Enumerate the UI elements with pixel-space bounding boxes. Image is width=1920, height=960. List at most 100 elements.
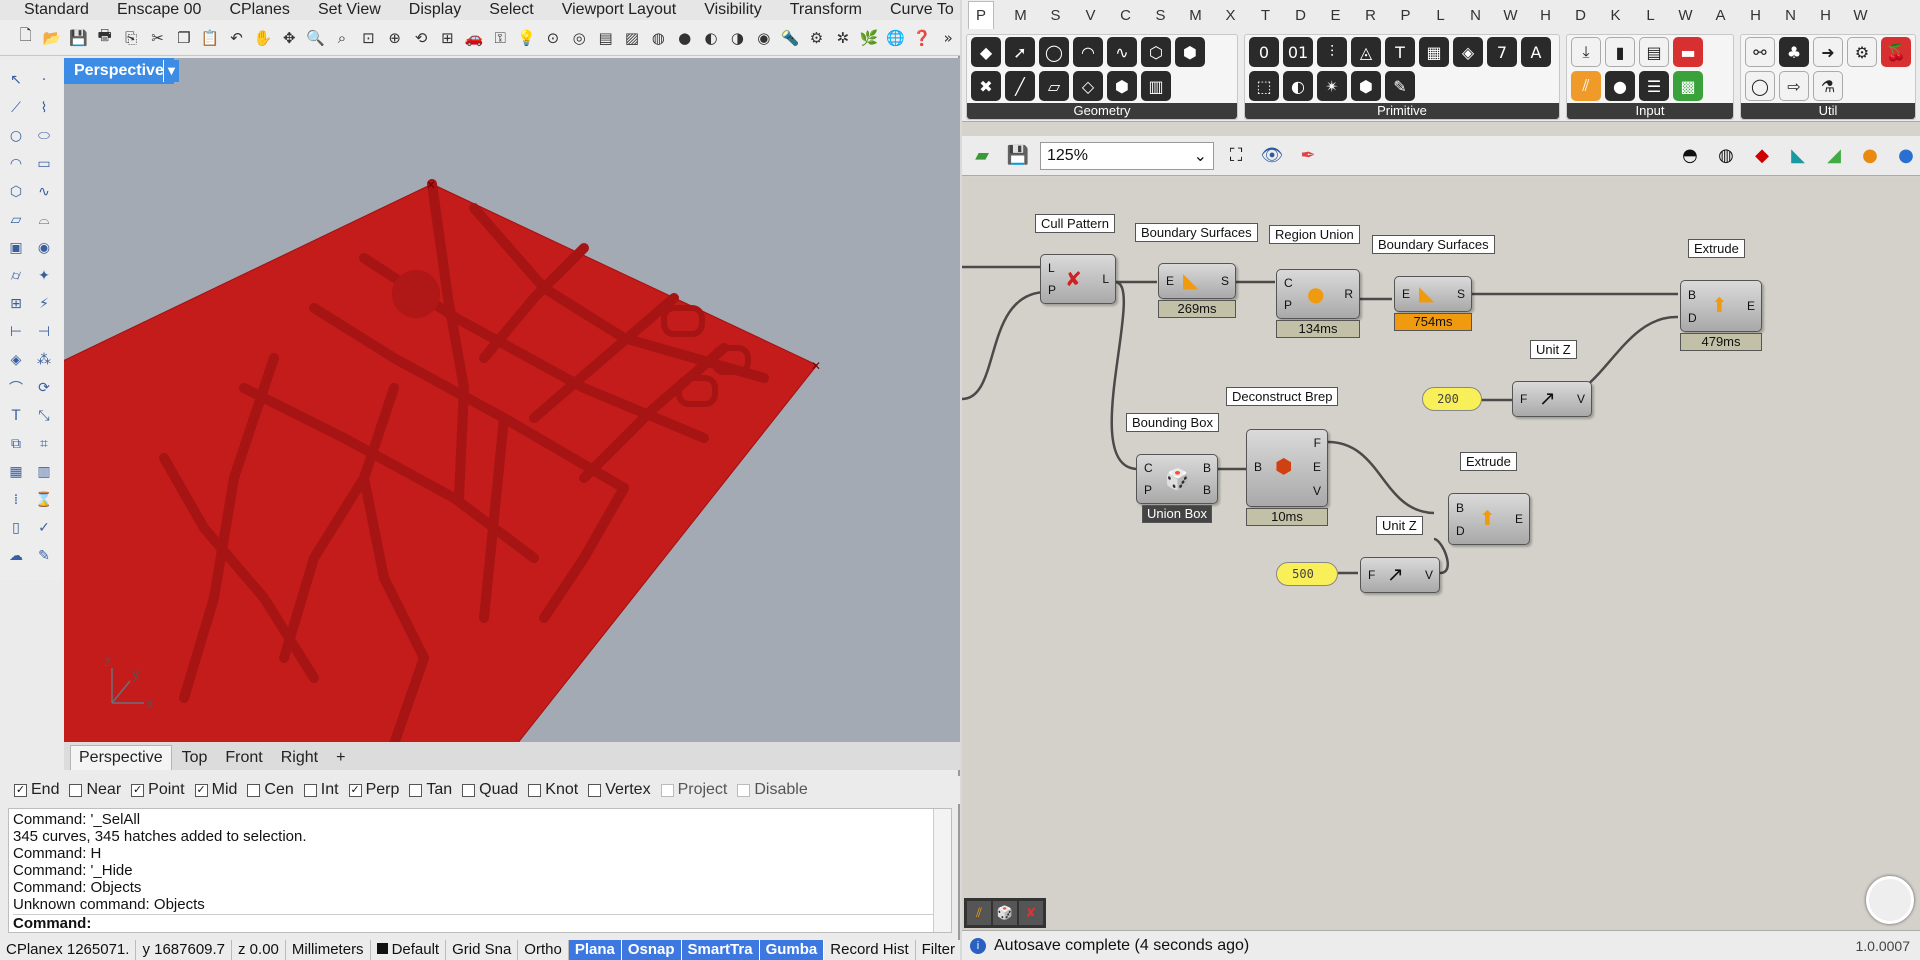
unitz2-component[interactable]: F ↗ V (1360, 557, 1440, 593)
slider-500[interactable]: 500 (1276, 562, 1338, 586)
rhino-tab-0[interactable]: Standard (24, 0, 103, 20)
sphere-orange-icon[interactable]: ● (1856, 142, 1884, 170)
rhino-tab-4[interactable]: Display (395, 0, 475, 20)
geom-plane-icon[interactable]: ▱ (1039, 71, 1069, 101)
region-union-component[interactable]: C P ● R (1276, 269, 1360, 319)
gh-tab-3[interactable]: V (1073, 7, 1108, 24)
osnap-int[interactable]: Int (303, 781, 339, 799)
util-glasses-icon[interactable]: ⚯ (1745, 37, 1775, 67)
geom-arc-icon[interactable]: ◠ (1073, 37, 1103, 67)
osnap-knot[interactable]: Knot (528, 781, 578, 799)
prim-a-icon[interactable]: A (1521, 37, 1551, 67)
loft-icon[interactable]: ⌓ (32, 208, 56, 232)
array-icon[interactable]: ▥ (32, 460, 56, 484)
util-loop-icon[interactable]: ◯ (1745, 71, 1775, 101)
prim-data-icon[interactable]: ⫶ (1317, 37, 1347, 67)
ellipse-icon[interactable]: ⬭ (32, 124, 56, 148)
prim-brush-icon[interactable]: ✎ (1385, 71, 1415, 101)
view-tab-right[interactable]: Right (272, 746, 327, 770)
dimension-icon[interactable]: ⊢ (4, 320, 28, 344)
slider-200[interactable]: 200 (1422, 387, 1482, 411)
properties-icon[interactable]: ▨ (620, 26, 643, 50)
rhino-tab-2[interactable]: CPlanes (215, 0, 303, 20)
command-area[interactable]: Command: '_SelAll 345 curves, 345 hatches… (8, 808, 952, 933)
util-arrow-icon[interactable]: ➜ (1813, 37, 1843, 67)
rhino-tab-6[interactable]: Viewport Layout (548, 0, 690, 20)
history-icon[interactable]: ⌛ (32, 488, 56, 512)
gh-tab-22[interactable]: H (1738, 7, 1773, 24)
geom-field-icon[interactable]: ▥ (1141, 71, 1171, 101)
sphere-blue-icon[interactable]: ● (1892, 142, 1920, 170)
util-next-icon[interactable]: ⇨ (1779, 71, 1809, 101)
shaded-sphere-icon[interactable]: ◐ (699, 26, 722, 50)
osnap-near[interactable]: Near (69, 781, 121, 799)
osnap-checkbox[interactable]: ✓ (194, 783, 208, 797)
osnap-checkbox[interactable] (303, 783, 317, 797)
geom-box-icon[interactable]: ⬢ (1107, 71, 1137, 101)
rectangle-icon[interactable]: ▭ (32, 152, 56, 176)
color-wheel-icon[interactable]: ◍ (647, 26, 670, 50)
view-tab-front[interactable]: Front (217, 746, 271, 770)
grasshopper-icon[interactable]: 🌿 (858, 26, 881, 50)
status-toggle-gumba[interactable]: Gumba (759, 940, 825, 960)
rhino-tab-9[interactable]: Curve To (876, 0, 960, 20)
prim-path-icon[interactable]: ◬ (1351, 37, 1381, 67)
car-icon[interactable]: 🚗 (462, 26, 485, 50)
boundary2-component[interactable]: E ◣ S (1394, 276, 1472, 312)
prim-number-icon[interactable]: 01 (1283, 37, 1313, 67)
snap-icon[interactable]: ◎ (568, 26, 591, 50)
osnap-checkbox[interactable] (588, 783, 602, 797)
print-icon[interactable]: 🖶 (93, 26, 116, 50)
analyze-icon[interactable]: ◈ (4, 348, 28, 372)
unitz1-component[interactable]: F ↗ V (1512, 381, 1592, 417)
osnap-checkbox[interactable]: ✓ (348, 783, 362, 797)
osnap-disable[interactable]: Disable (737, 781, 808, 799)
group-icon[interactable]: ⧉ (4, 432, 28, 456)
new-file-icon[interactable]: 🗋 (14, 26, 37, 50)
input-knob-icon[interactable]: ● (1605, 71, 1635, 101)
prim-shader-icon[interactable]: ◈ (1453, 37, 1483, 67)
zoom-selected-icon[interactable]: ⊕ (383, 26, 406, 50)
gh-tab-15[interactable]: W (1493, 7, 1528, 24)
paste-icon[interactable]: 📋 (199, 26, 222, 50)
prim-colour-icon[interactable]: ◐ (1283, 71, 1313, 101)
gh-tab-5[interactable]: S (1143, 7, 1178, 24)
geom-point-icon[interactable]: ◆ (971, 37, 1001, 67)
block-icon[interactable]: ▦ (4, 460, 28, 484)
status-toggle-ortho[interactable]: Ortho (518, 940, 569, 960)
render-sphere-icon[interactable]: ● (673, 26, 696, 50)
osnap-cen[interactable]: Cen (247, 781, 294, 799)
sketch-pen-icon[interactable]: ✒ (1294, 142, 1322, 170)
save-icon[interactable]: 💾 (1004, 142, 1032, 170)
arc-icon[interactable]: ◠ (4, 152, 28, 176)
osnap-checkbox[interactable] (528, 783, 542, 797)
osnap-project[interactable]: Project (660, 781, 727, 799)
open-file-icon[interactable]: ▰ (968, 142, 996, 170)
document-icon[interactable]: ◢ (1820, 142, 1848, 170)
viewport-title[interactable]: Perspective (64, 58, 174, 84)
gh-tab-18[interactable]: K (1598, 7, 1633, 24)
osnap-checkbox[interactable] (660, 783, 674, 797)
zoom-extents-icon[interactable]: ⛶ (1222, 142, 1250, 170)
gh-tab-19[interactable]: L (1633, 7, 1668, 24)
check-icon[interactable]: ✓ (32, 516, 56, 540)
util-gear-icon[interactable]: ⚙ (1847, 37, 1877, 67)
widget-compass-icon[interactable] (1866, 876, 1914, 924)
osnap-perp[interactable]: ✓ Perp (348, 781, 399, 799)
more-icon[interactable]: » (937, 26, 960, 50)
geom-mesh-icon[interactable]: ◇ (1073, 71, 1103, 101)
gh-tab-21[interactable]: A (1703, 7, 1738, 24)
status-toggle-plana[interactable]: Plana (568, 940, 622, 960)
freeform-icon[interactable]: ∿ (32, 180, 56, 204)
add-view-tab-icon[interactable]: + (328, 746, 354, 770)
transform-icon[interactable]: ⊣ (32, 320, 56, 344)
mesh-preview-icon[interactable]: ◣ (1784, 142, 1812, 170)
gh-tab-0[interactable]: P (968, 1, 994, 29)
help-icon[interactable]: ❓ (910, 26, 933, 50)
osnap-checkbox[interactable] (737, 783, 751, 797)
options-icon[interactable]: ⚙ (805, 26, 828, 50)
osnap-tan[interactable]: Tan (409, 781, 452, 799)
rhino-tab-5[interactable]: Select (475, 0, 547, 20)
point-icon[interactable]: · (32, 68, 56, 92)
zoom-extents-icon[interactable]: ⊡ (357, 26, 380, 50)
